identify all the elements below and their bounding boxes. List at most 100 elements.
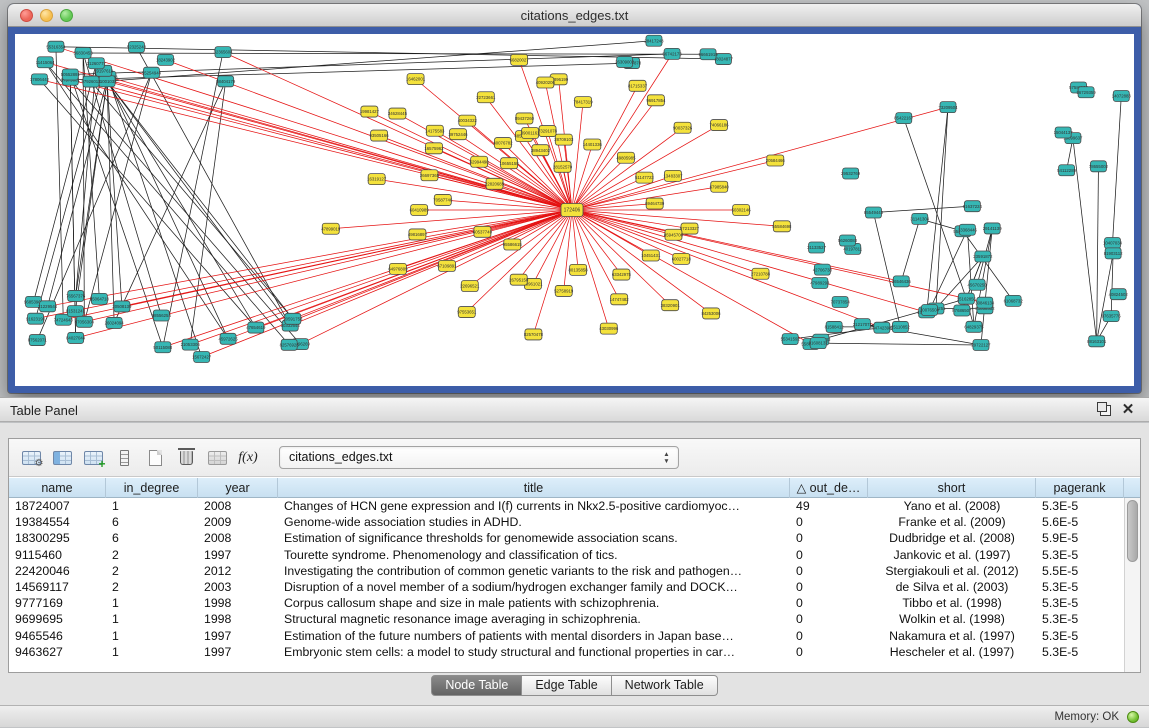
graph-node[interactable]: 82570478 xyxy=(524,329,544,340)
graph-node[interactable]: 20508139 xyxy=(112,301,132,312)
graph-node[interactable]: 91623190 xyxy=(26,313,46,324)
graph-node[interactable]: 60537740 xyxy=(473,226,493,237)
graph-node[interactable]: 88163101 xyxy=(1087,336,1107,347)
graph-node[interactable]: 36546436 xyxy=(892,276,912,287)
graph-node[interactable]: 16575962 xyxy=(424,143,444,154)
graph-node[interactable]: 73209504 xyxy=(938,102,958,113)
table-row[interactable]: 977716911998Corpus callosum shape and si… xyxy=(9,595,1124,611)
graph-node[interactable]: 31141304 xyxy=(910,213,929,224)
graph-node[interactable]: 20591758 xyxy=(283,313,303,324)
row-selector-button[interactable] xyxy=(110,444,138,472)
graph-node[interactable]: 58404179 xyxy=(216,76,236,87)
graph-node[interactable]: 60027718 xyxy=(672,253,692,264)
add-rows-button[interactable]: + xyxy=(79,444,107,472)
graph-node[interactable]: 40034322 xyxy=(458,115,478,126)
graph-node[interactable]: 97635776 xyxy=(1102,311,1122,322)
graph-node[interactable]: 26024094 xyxy=(105,317,125,328)
graph-node[interactable]: 10407034 xyxy=(1103,238,1123,249)
graph-node[interactable]: 38320901 xyxy=(661,300,681,311)
column-chooser-button[interactable] xyxy=(48,444,76,472)
graph-node[interactable]: 38943402 xyxy=(531,145,551,156)
column-header-title[interactable]: title xyxy=(278,478,790,498)
delete-table-button[interactable] xyxy=(172,444,200,472)
graph-node[interactable]: 93505166 xyxy=(370,130,390,141)
graph-node[interactable]: 81531241 xyxy=(66,306,86,317)
graph-node[interactable]: 97926013 xyxy=(81,76,101,87)
vertical-scrollbar[interactable] xyxy=(1124,498,1140,672)
graph-node[interactable]: 16319127 xyxy=(367,174,387,185)
column-header-in_degree[interactable]: in_degree xyxy=(106,478,198,498)
table-row[interactable]: 911546021997Tourette syndrome. Phenomeno… xyxy=(9,547,1124,563)
graph-node[interactable]: 97553651 xyxy=(457,307,477,318)
graph-node[interactable]: 84253006 xyxy=(701,308,721,319)
graph-node[interactable]: 18243902 xyxy=(156,54,176,65)
column-header-name[interactable]: name xyxy=(9,478,106,498)
graph-node[interactable]: 20076504 xyxy=(920,305,940,316)
graph-node[interactable]: 21053306 xyxy=(181,339,201,350)
column-header-year[interactable]: year xyxy=(198,478,278,498)
table-row[interactable]: 946362711997Embryonic stem cells: a mode… xyxy=(9,644,1124,660)
graph-node[interactable]: 28417248 xyxy=(644,35,664,46)
table-row[interactable]: 969969511998Structural magnetic resonanc… xyxy=(9,611,1124,627)
graph-node[interactable]: 47654619 xyxy=(246,322,266,333)
column-header-short[interactable]: short xyxy=(868,478,1036,498)
graph-node[interactable]: 29141139 xyxy=(983,223,1002,234)
graph-node[interactable]: 10451431 xyxy=(641,250,661,261)
graph-node[interactable]: 78417319 xyxy=(573,97,593,108)
graph-node[interactable]: 15672427 xyxy=(192,351,212,362)
graph-node[interactable]: 91637224 xyxy=(963,201,983,212)
import-table-button[interactable] xyxy=(203,444,231,472)
graph-node[interactable]: 55254944 xyxy=(142,67,162,78)
graph-node[interactable]: 76567376 xyxy=(66,290,86,301)
graph-node[interactable]: 56260083 xyxy=(838,235,858,246)
graph-node[interactable]: 31001032 xyxy=(97,76,117,87)
graph-node[interactable]: 55341592 xyxy=(781,334,801,345)
graph-node[interactable]: 70587746 xyxy=(433,194,453,205)
graph-node[interactable]: 21217071 xyxy=(853,319,873,330)
graph-node[interactable]: 47989293 xyxy=(810,277,830,288)
graph-node[interactable]: 67985840 xyxy=(710,181,730,192)
tab-node-table[interactable]: Node Table xyxy=(431,675,522,696)
graph-node[interactable]: 28709103 xyxy=(554,134,574,145)
column-header-out_degree[interactable]: △ out_de… xyxy=(790,478,868,498)
graph-node[interactable]: 90037326 xyxy=(673,122,693,133)
graph-node[interactable]: 67109891 xyxy=(437,260,457,271)
network-graph[interactable]: 3683045358404179323656049633016887979001… xyxy=(15,34,1134,386)
graph-node[interactable]: 31133527 xyxy=(807,242,826,253)
table-row[interactable]: 2242004622012Investigating the contribut… xyxy=(9,563,1124,579)
graph-node[interactable]: 57213327 xyxy=(680,223,700,234)
graph-node[interactable]: 45972625 xyxy=(218,333,238,344)
table-row[interactable]: 1938455462009Genome-wide association stu… xyxy=(9,514,1124,530)
graph-node[interactable]: 21229544 xyxy=(38,301,58,312)
graph-node[interactable]: 49805985 xyxy=(616,152,636,163)
graph-node[interactable]: 74066186 xyxy=(709,120,729,131)
graph-node[interactable]: 14175583 xyxy=(425,125,445,136)
graph-node[interactable]: 64976809 xyxy=(388,263,408,274)
close-panel-icon[interactable]: ✕ xyxy=(1119,401,1137,419)
graph-node[interactable]: 62994490 xyxy=(470,156,490,167)
network-canvas[interactable]: 3683045358404179323656049633016887979001… xyxy=(15,34,1134,386)
graph-node[interactable]: 81903112 xyxy=(1104,248,1123,259)
graph-node[interactable]: 81715337 xyxy=(628,80,648,91)
graph-node[interactable]: 36830453 xyxy=(74,47,94,58)
graph-node[interactable]: 30846134 xyxy=(975,297,995,308)
graph-node[interactable]: 15044137 xyxy=(1054,127,1074,138)
graph-node[interactable]: 45670250 xyxy=(968,279,988,290)
table-row[interactable]: 1872400712008Changes of HCN gene express… xyxy=(9,498,1124,514)
graph-node[interactable]: 96917854 xyxy=(646,95,666,106)
graph-node[interactable]: 85422167 xyxy=(894,113,914,124)
graph-node[interactable]: 39001161 xyxy=(521,127,540,138)
graph-node[interactable]: 26697365 xyxy=(420,170,440,181)
graph-node[interactable]: 49816897 xyxy=(408,229,428,240)
graph-node[interactable]: 28152570 xyxy=(553,161,573,172)
graph-node[interactable]: 91608137 xyxy=(809,338,829,349)
graph-node[interactable]: 26795150 xyxy=(509,274,529,285)
graph-node[interactable]: 61068732 xyxy=(1004,295,1024,306)
graph-node[interactable]: 29722127 xyxy=(971,339,991,350)
graph-node[interactable]: 39752446 xyxy=(448,129,468,140)
graph-node[interactable]: 55584698 xyxy=(772,221,792,232)
graph-node[interactable]: 25110852 xyxy=(891,321,910,332)
graph-node[interactable]: 68024877 xyxy=(714,54,734,65)
graph-node[interactable]: 82576926 xyxy=(280,339,300,350)
graph-node[interactable]: 14747482 xyxy=(610,294,630,305)
